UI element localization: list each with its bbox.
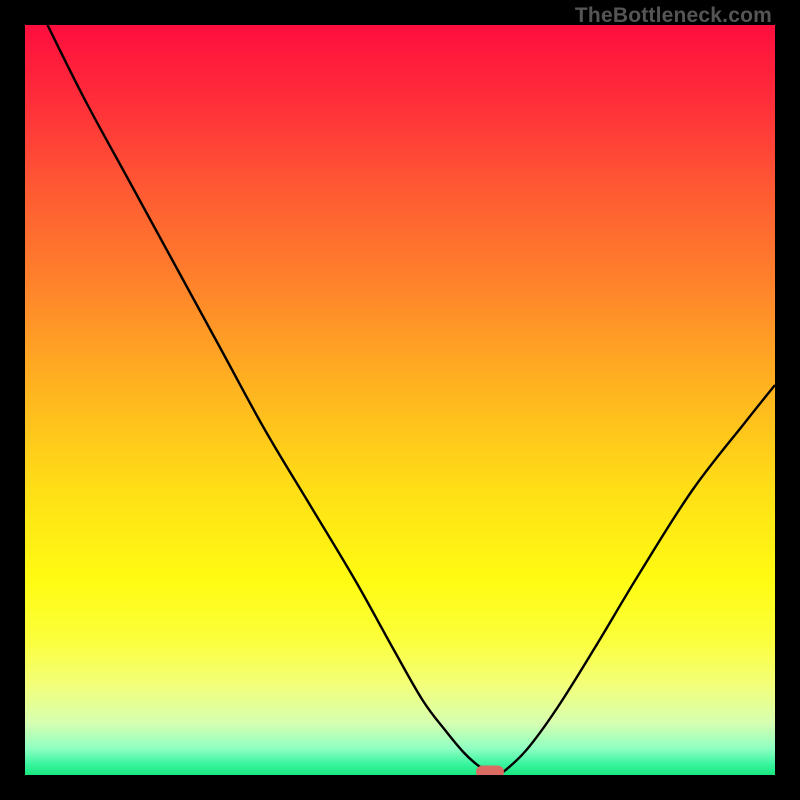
optimal-marker [477,766,504,775]
bottleneck-curve [48,25,776,774]
watermark-text: TheBottleneck.com [575,4,772,28]
chart-frame: TheBottleneck.com [0,0,800,800]
chart-svg [25,25,775,775]
plot-area [25,25,775,775]
